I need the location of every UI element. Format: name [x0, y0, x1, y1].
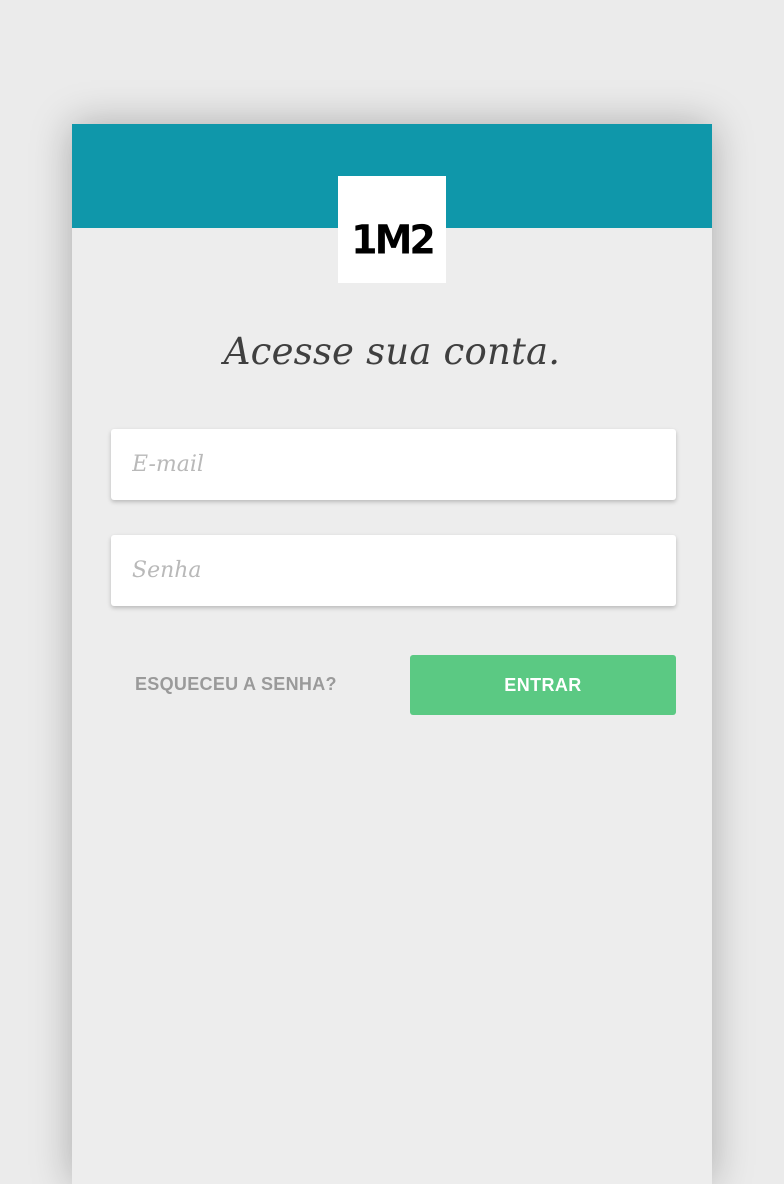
page-title: Acesse sua conta. [223, 330, 561, 373]
brand-logo: 1M2 [338, 176, 446, 283]
login-card: 1M2 Acesse sua conta. ESQUECEU A SENHA? … [72, 124, 712, 1184]
logo-text: 1M2 [351, 216, 436, 263]
forgot-password-link[interactable]: ESQUECEU A SENHA? [135, 674, 337, 695]
enter-button[interactable]: ENTRAR [410, 655, 676, 715]
email-field[interactable] [111, 429, 676, 500]
password-field[interactable] [111, 535, 676, 606]
